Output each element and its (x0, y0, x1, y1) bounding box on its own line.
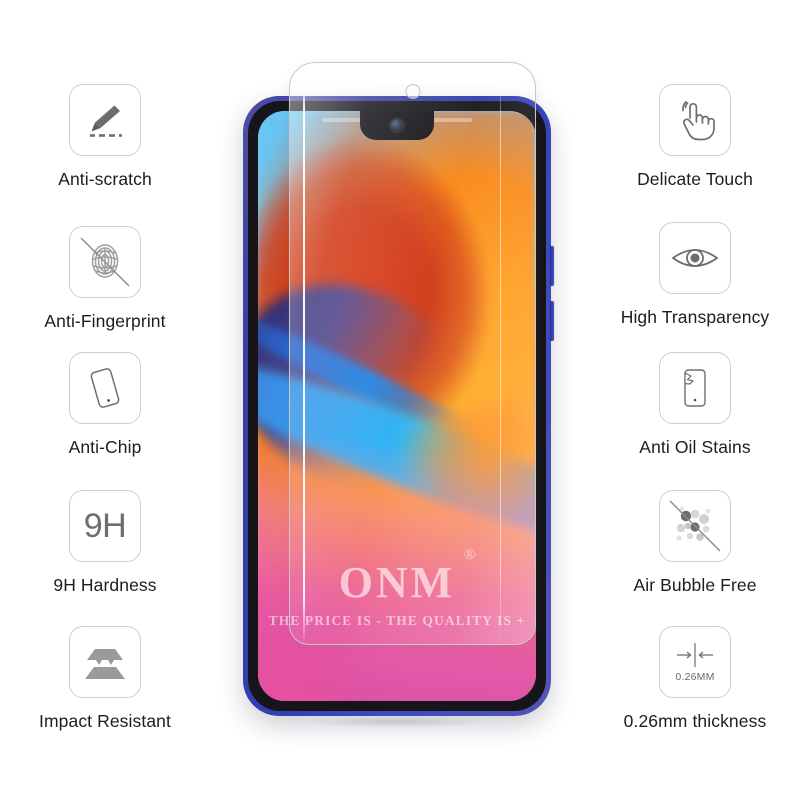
thickness-value-text: 0.26MM (675, 670, 715, 683)
feature-label: High Transparency (620, 307, 770, 327)
feature-impact-resistant: Impact Resistant (0, 626, 210, 731)
feature-high-transparency: High Transparency (590, 222, 800, 327)
impact-layers-icon (69, 626, 141, 698)
nine-h-icon: 9H (69, 490, 141, 562)
left-feature-column: Anti-scratch Anti-Fingerprint Anti-Chip … (0, 0, 210, 800)
phone-frame: ONM ® THE PRICE IS - THE QUALITY IS + (243, 96, 554, 716)
bubbles-blocked-icon (659, 490, 731, 562)
phone-drop-shadow (268, 714, 526, 730)
feature-label: Anti-Fingerprint (44, 311, 166, 331)
feature-9h-hardness: 9H 9H Hardness (0, 490, 210, 595)
smartphone-product-image: ONM ® THE PRICE IS - THE QUALITY IS + (243, 96, 554, 716)
thickness-arrows-icon: 0.26MM (659, 626, 731, 698)
volume-up-button (550, 246, 554, 286)
feature-label: Anti Oil Stains (639, 437, 751, 457)
tilted-phone-icon (69, 352, 141, 424)
feature-label: Air Bubble Free (633, 575, 757, 595)
right-feature-column: Delicate Touch High Transparency Anti Oi… (590, 0, 800, 800)
feature-delicate-touch: Delicate Touch (590, 84, 800, 189)
feature-label: Anti-Chip (68, 437, 142, 457)
knife-scratch-icon (69, 84, 141, 156)
feature-label: 9H Hardness (53, 575, 157, 595)
volume-down-button (550, 301, 554, 341)
fingerprint-blocked-icon (69, 226, 141, 298)
nine-h-text: 9H (83, 507, 127, 545)
phone-stain-icon (659, 352, 731, 424)
wallpaper-pink-left-glow (258, 476, 439, 701)
phone-bezel: ONM ® THE PRICE IS - THE QUALITY IS + (248, 101, 546, 711)
phone-screen: ONM ® THE PRICE IS - THE QUALITY IS + (258, 111, 536, 701)
feature-label: Delicate Touch (637, 169, 753, 189)
feature-thickness: 0.26MM 0.26mm thickness (590, 626, 800, 731)
eye-icon (659, 222, 731, 294)
waterdrop-notch (360, 111, 434, 140)
feature-air-bubble-free: Air Bubble Free (590, 490, 800, 595)
feature-label: 0.26mm thickness (623, 711, 767, 731)
touch-hand-icon (659, 84, 731, 156)
product-feature-poster: Anti-scratch Anti-Fingerprint Anti-Chip … (0, 0, 800, 800)
feature-anti-chip: Anti-Chip (0, 352, 210, 457)
feature-label: Impact Resistant (39, 711, 171, 731)
feature-anti-scratch: Anti-scratch (0, 84, 210, 189)
feature-label: Anti-scratch (58, 169, 152, 189)
feature-anti-fingerprint: Anti-Fingerprint (0, 226, 210, 331)
front-camera-icon (390, 119, 404, 132)
feature-anti-oil-stains: Anti Oil Stains (590, 352, 800, 457)
